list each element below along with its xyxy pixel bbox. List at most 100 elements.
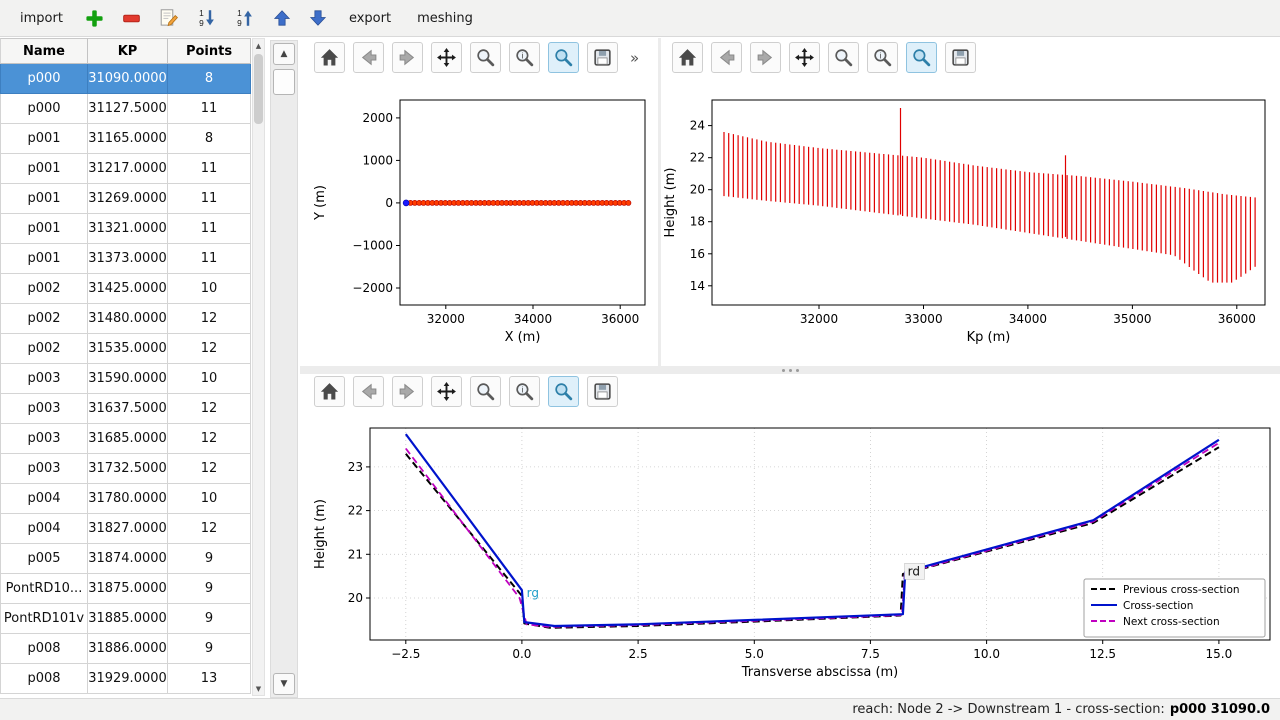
mpl-toolbar-plan: i» <box>314 42 639 73</box>
toolbar-overflow-chevron[interactable]: » <box>630 49 639 67</box>
table-row[interactable]: PontRD10...31875.00009 <box>0 574 251 604</box>
svg-text:35000: 35000 <box>1113 312 1151 326</box>
scroll-up-icon[interactable]: ▲ <box>273 43 295 65</box>
remove-section-button[interactable] <box>120 7 143 30</box>
longitudinal-profile-chart[interactable]: 3200033000340003500036000141618202224Kp … <box>660 80 1278 365</box>
back-button[interactable] <box>353 376 384 407</box>
down-arrow-icon <box>309 9 327 27</box>
row-points: 9 <box>168 604 251 634</box>
vertical-splitter[interactable] <box>658 38 661 366</box>
forward-button[interactable] <box>392 42 423 73</box>
scrollbar-thumb[interactable] <box>273 69 295 95</box>
scrollbar-thumb[interactable] <box>254 54 263 124</box>
table-row[interactable]: p00131165.00008 <box>0 124 251 154</box>
table-row[interactable]: p00331590.000010 <box>0 364 251 394</box>
save-button[interactable] <box>587 376 618 407</box>
table-row[interactable]: p00331732.500012 <box>0 454 251 484</box>
save-icon <box>950 47 971 68</box>
zoom-rect-button[interactable] <box>548 376 579 407</box>
zoom-button[interactable] <box>470 42 501 73</box>
table-row[interactable]: p00531874.00009 <box>0 544 251 574</box>
add-section-button[interactable] <box>83 7 106 30</box>
save-button[interactable] <box>945 42 976 73</box>
pan-button[interactable] <box>431 42 462 73</box>
back-button[interactable] <box>353 42 384 73</box>
table-scrollbar[interactable]: ▲ ▼ <box>252 38 265 696</box>
export-button[interactable]: export <box>343 7 397 30</box>
row-name: p000 <box>0 64 88 94</box>
column-header-points[interactable]: Points <box>168 38 251 64</box>
home-button[interactable] <box>672 42 703 73</box>
table-row[interactable]: p00031090.00008 <box>0 64 251 94</box>
plan-view-chart[interactable]: 320003400036000−2000−1000010002000X (m)Y… <box>300 80 660 365</box>
panel-scrollbar[interactable]: ▲ ▼ <box>270 40 298 698</box>
home-button[interactable] <box>314 42 345 73</box>
column-header-kp[interactable]: KP <box>88 38 168 64</box>
zoom-rect-button[interactable] <box>906 42 937 73</box>
meshing-button[interactable]: meshing <box>411 7 479 30</box>
row-kp: 31874.0000 <box>88 544 168 574</box>
svg-text:i: i <box>879 50 881 60</box>
zoom-rect-button[interactable] <box>548 42 579 73</box>
svg-text:7.5: 7.5 <box>861 647 880 661</box>
sort-descending-button[interactable]: 19 <box>195 6 219 30</box>
svg-text:Transverse abscissa (m): Transverse abscissa (m) <box>741 665 899 680</box>
table-row[interactable]: p00831886.00009 <box>0 634 251 664</box>
table-row[interactable]: p00131217.000011 <box>0 154 251 184</box>
back-button[interactable] <box>711 42 742 73</box>
import-button[interactable]: import <box>14 7 69 30</box>
table-row[interactable]: p00831929.000013 <box>0 664 251 694</box>
forward-button[interactable] <box>750 42 781 73</box>
scroll-up-icon[interactable]: ▲ <box>253 39 264 52</box>
zoom-button[interactable] <box>828 42 859 73</box>
row-name: p003 <box>0 454 88 484</box>
pan-button[interactable] <box>789 42 820 73</box>
table-row[interactable]: p00331637.500012 <box>0 394 251 424</box>
cross-section-chart[interactable]: −2.50.02.55.07.510.012.515.020212223Tran… <box>300 410 1278 698</box>
svg-text:Y (m): Y (m) <box>313 185 328 221</box>
table-row[interactable]: p00131321.000011 <box>0 214 251 244</box>
row-points: 11 <box>168 94 251 124</box>
zoom-mark-button[interactable]: i <box>509 376 540 407</box>
cross-section-table: NameKPPoints p00031090.00008p00031127.50… <box>0 38 251 694</box>
table-row[interactable]: PontRD101v31885.00009 <box>0 604 251 634</box>
sort-ascending-button[interactable]: 19 <box>233 6 257 30</box>
row-kp: 31780.0000 <box>88 484 168 514</box>
svg-text:9: 9 <box>237 18 242 28</box>
splitter-handle-dot <box>796 369 799 372</box>
table-row[interactable]: p00431827.000012 <box>0 514 251 544</box>
scroll-down-icon[interactable]: ▼ <box>273 673 295 695</box>
zoom-icon <box>475 47 496 68</box>
row-kp: 31590.0000 <box>88 364 168 394</box>
zoom-button[interactable] <box>470 376 501 407</box>
pan-button[interactable] <box>431 376 462 407</box>
zoom-rect-icon <box>911 47 932 68</box>
scroll-down-icon[interactable]: ▼ <box>253 682 264 695</box>
table-row[interactable]: p00131373.000011 <box>0 244 251 274</box>
table-row[interactable]: p00231425.000010 <box>0 274 251 304</box>
table-row[interactable]: p00031127.500011 <box>0 94 251 124</box>
move-down-button[interactable] <box>307 7 329 29</box>
zoom-mark-button[interactable]: i <box>867 42 898 73</box>
table-row[interactable]: p00431780.000010 <box>0 484 251 514</box>
column-header-name[interactable]: Name <box>0 38 88 64</box>
forward-button[interactable] <box>392 376 423 407</box>
row-kp: 31090.0000 <box>88 64 168 94</box>
svg-text:Next cross-section: Next cross-section <box>1123 616 1220 628</box>
svg-text:2.5: 2.5 <box>629 647 648 661</box>
home-button[interactable] <box>314 376 345 407</box>
move-up-button[interactable] <box>271 7 293 29</box>
svg-text:i: i <box>521 384 523 394</box>
table-row[interactable]: p00131269.000011 <box>0 184 251 214</box>
table-row[interactable]: p00331685.000012 <box>0 424 251 454</box>
horizontal-splitter[interactable] <box>300 366 1280 374</box>
svg-text:1000: 1000 <box>362 153 393 167</box>
table-row[interactable]: p00231480.000012 <box>0 304 251 334</box>
row-kp: 31373.0000 <box>88 244 168 274</box>
save-button[interactable] <box>587 42 618 73</box>
table-row[interactable]: p00231535.000012 <box>0 334 251 364</box>
zoom-mark-button[interactable]: i <box>509 42 540 73</box>
svg-text:23: 23 <box>348 460 363 474</box>
edit-section-button[interactable] <box>157 6 181 30</box>
svg-text:1: 1 <box>199 8 204 18</box>
